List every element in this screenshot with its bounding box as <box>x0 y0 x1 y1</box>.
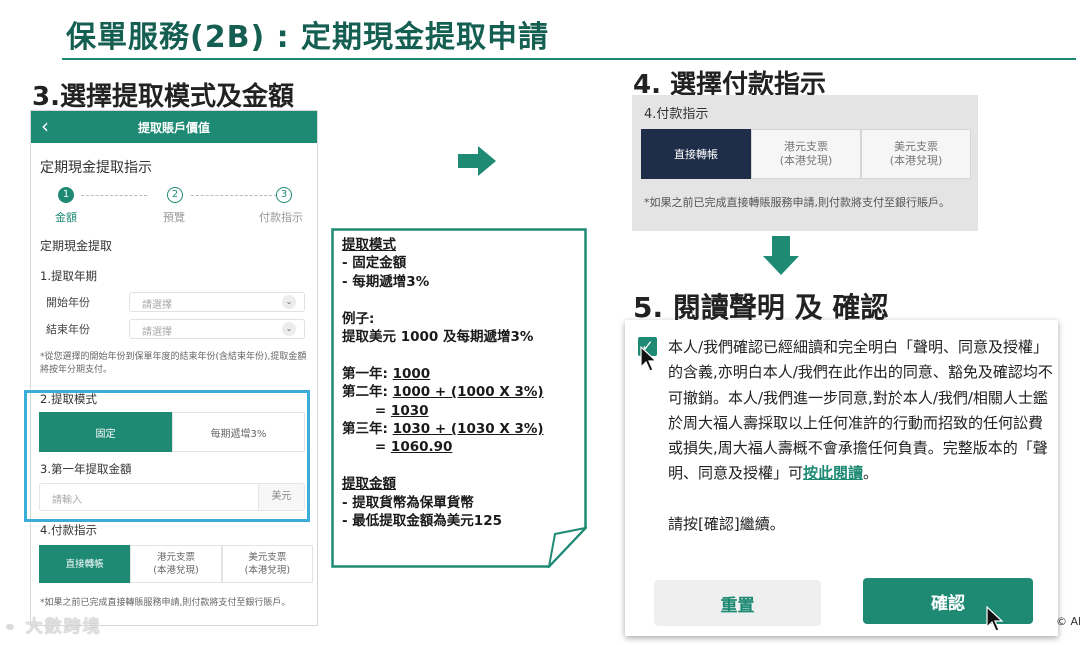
payment-option-label: 直接轉帳 <box>65 558 104 570</box>
note-example-title: 例子: <box>342 310 375 327</box>
section-3-heading: 3.選擇提取模式及金額 <box>32 82 294 112</box>
year-section-label: 1.提取年期 <box>40 269 97 283</box>
note-year1-value: 1000 <box>392 365 431 382</box>
note-year3-formula: 1030 + (1030 X 3%) <box>392 421 544 438</box>
mouse-cursor-icon <box>640 346 658 372</box>
note-year3-eq: = <box>374 439 391 456</box>
page-title: 保單服務(2B) : 定期現金提取申請 <box>66 20 550 55</box>
step-3-dot: 3 <box>276 187 292 203</box>
note-example-desc: 提取美元 1000 及每期遞增3% <box>342 329 534 346</box>
payment-option-sublabel: (本港兌現) <box>244 565 291 576</box>
payment-option-label: 直接轉帳 <box>674 148 718 161</box>
payment-panel-option-transfer[interactable]: 直接轉帳 <box>641 129 751 179</box>
declaration-main-text: 本人/我們確認已經細讀和完全明白「聲明、同意及授權」的含義,亦明白本人/我們在此… <box>668 338 1053 483</box>
reset-button[interactable]: 重置 <box>654 580 821 626</box>
watermark-text: 大數跨境 <box>25 617 102 637</box>
phone-header: ‹ 提取賬戶價值 <box>31 111 317 143</box>
start-year-label: 開始年份 <box>46 296 90 309</box>
phone-header-title: 提取賬戶價值 <box>137 121 210 135</box>
end-year-label: 結束年份 <box>46 323 90 336</box>
declaration-text: 本人/我們確認已經細讀和完全明白「聲明、同意及授權」的含義,亦明白本人/我們在此… <box>668 335 1056 487</box>
payment-panel-toggle: 直接轉帳 港元支票 (本港兌現) 美元支票 (本港兌現) <box>641 129 971 179</box>
payment-option-transfer[interactable]: 直接轉帳 <box>39 545 131 583</box>
end-year-placeholder: 請選擇 <box>142 327 172 338</box>
note-amount-title: 提取金額 <box>342 476 396 493</box>
payment-section-label: 4.付款指示 <box>40 523 97 537</box>
note-year2-label: 第二年: <box>342 384 388 401</box>
chevron-down-icon: ⌄ <box>282 322 296 336</box>
phone-screen: ‹ 提取賬戶價值 定期現金提取指示 1 2 3 金額 預覽 付款指示 定期現金提… <box>30 110 318 626</box>
payment-option-label: 港元支票 <box>784 140 828 153</box>
payment-option-label: 港元支票 <box>156 552 195 563</box>
start-year-select[interactable]: 請選擇 ⌄ <box>129 292 305 312</box>
title-divider <box>62 58 1076 60</box>
watermark-logo-icon: ⚭ <box>4 620 18 636</box>
note-amount-item: - 最低提取金額為美元125 <box>342 513 502 530</box>
phone-subheading: 定期現金提取 <box>40 239 113 253</box>
step-1-dot: 1 <box>58 187 74 203</box>
note-content: 提取模式 - 固定金額 - 每期遞增3% 例子: 提取美元 1000 及每期遞增… <box>342 236 544 531</box>
start-year-placeholder: 請選擇 <box>142 300 172 311</box>
year-note: *從您選擇的開始年份到保單年度的結束年份(含結束年份),提取金額將按年分期支付。 <box>40 352 307 375</box>
payment-option-label: 美元支票 <box>894 140 938 153</box>
phone-heading: 定期現金提取指示 <box>40 160 152 176</box>
note-mode-item: - 每期遞增3% <box>342 273 430 290</box>
continue-instruction: 請按[確認]繼續。 <box>668 515 785 533</box>
note-year2-eq: = <box>374 402 391 419</box>
arrow-down-icon <box>763 236 799 275</box>
step-1-label: 金額 <box>55 211 77 224</box>
payment-toggle: 直接轉帳 港元支票 (本港兌現) 美元支票 (本港兌現) <box>39 545 313 583</box>
payment-option-sublabel: (本港兌現) <box>889 154 943 167</box>
payment-panel-option-hkd-cheque[interactable]: 港元支票 (本港兌現) <box>751 129 861 179</box>
payment-option-label: 美元支票 <box>248 552 287 563</box>
step-connector <box>81 195 147 196</box>
step-connector <box>191 195 277 196</box>
payment-option-sublabel: (本港兌現) <box>779 154 833 167</box>
payment-panel-label: 4.付款指示 <box>644 107 709 122</box>
note-mode-item: - 固定金額 <box>342 255 407 272</box>
payment-option-usd-cheque[interactable]: 美元支票 (本港兌現) <box>221 545 313 583</box>
step-3-label: 付款指示 <box>259 211 303 224</box>
step-2-label: 預覽 <box>163 211 185 224</box>
declaration-text-end: 。 <box>863 464 879 483</box>
copyright-text: © All <box>1056 615 1080 628</box>
note-amount-item: - 提取貨幣為保單貨幣 <box>342 494 474 511</box>
read-declaration-link[interactable]: 按此閱讀 <box>803 464 863 482</box>
payment-option-sublabel: (本港兌現) <box>153 565 199 576</box>
note-mode-title: 提取模式 <box>342 237 396 253</box>
payment-option-hkd-cheque[interactable]: 港元支票 (本港兌現) <box>130 545 222 583</box>
payment-panel-note: *如果之前已完成直接轉賬服務申請,則付款將支付至銀行賬戶。 <box>644 196 950 209</box>
chevron-down-icon: ⌄ <box>282 295 296 309</box>
end-year-select[interactable]: 請選擇 ⌄ <box>129 319 305 339</box>
note-year3-label: 第三年: <box>342 421 388 438</box>
note-year2-formula: 1000 + (1000 X 3%) <box>392 384 544 401</box>
mouse-cursor-icon <box>986 606 1004 632</box>
payment-note: *如果之前已完成直接轉賬服務申請,則付款將支付至銀行賬戶。 <box>40 598 291 608</box>
note-year3-result: 1060.90 <box>390 439 453 456</box>
note-year2-result: 1030 <box>390 402 429 419</box>
step-2-dot: 2 <box>167 187 183 203</box>
payment-panel: 4.付款指示 直接轉帳 港元支票 (本港兌現) 美元支票 (本港兌現) *如果之前已… <box>632 95 978 231</box>
note-year1-label: 第一年: <box>342 365 388 382</box>
payment-panel-option-usd-cheque[interactable]: 美元支票 (本港兌現) <box>861 129 971 179</box>
arrow-right-icon <box>458 146 496 176</box>
declaration-panel: ✓ 本人/我們確認已經細讀和完全明白「聲明、同意及授權」的含義,亦明白本人/我們… <box>625 320 1058 636</box>
watermark: ⚭ 大數跨境 <box>4 612 102 637</box>
highlight-frame <box>24 390 310 522</box>
